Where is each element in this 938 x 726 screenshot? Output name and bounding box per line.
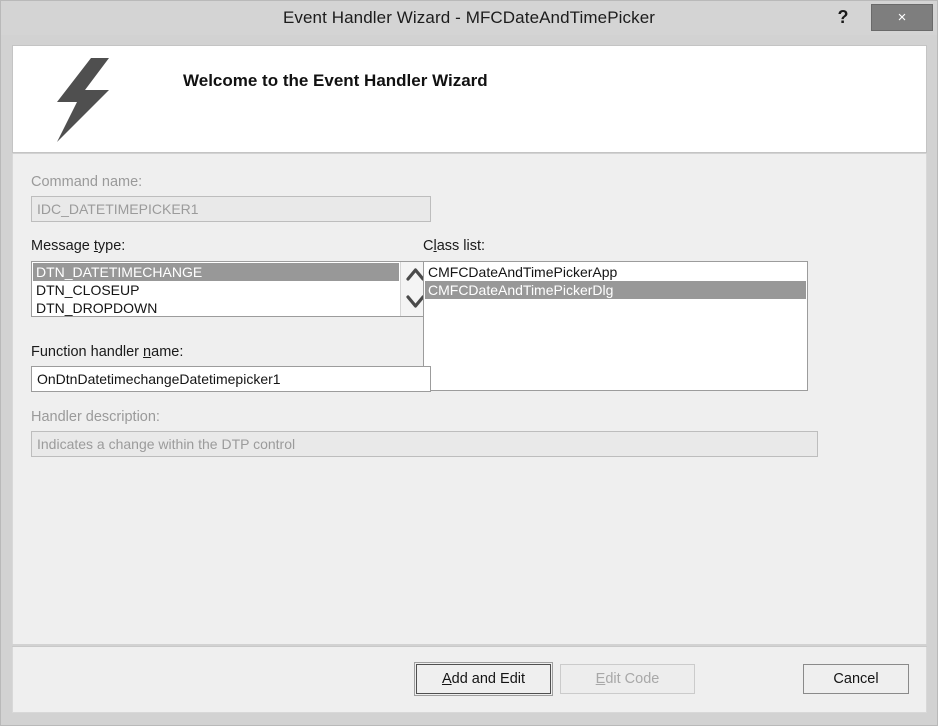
window-title: Event Handler Wizard - MFCDateAndTimePic… bbox=[282, 8, 656, 27]
function-handler-name-input[interactable] bbox=[31, 366, 431, 392]
message-type-listbox[interactable]: DTN_DATETIMECHANGE DTN_CLOSEUP DTN_DROPD… bbox=[31, 261, 431, 317]
list-item[interactable]: CMFCDateAndTimePickerApp bbox=[425, 263, 806, 281]
list-item[interactable]: CMFCDateAndTimePickerDlg bbox=[425, 281, 806, 299]
handler-description-input bbox=[31, 431, 818, 457]
help-button[interactable]: ? bbox=[830, 3, 856, 31]
class-listbox[interactable]: CMFCDateAndTimePickerApp CMFCDateAndTime… bbox=[423, 261, 808, 391]
command-name-input bbox=[31, 196, 431, 222]
class-list-label: Class list: bbox=[423, 238, 485, 254]
lightning-bolt-icon bbox=[57, 58, 109, 142]
command-name-label: Command name: bbox=[31, 174, 143, 190]
edit-code-suffix: dit Code bbox=[605, 671, 660, 687]
edit-code-accel: E bbox=[595, 671, 606, 687]
wizard-header-panel: Welcome to the Event Handler Wizard bbox=[12, 45, 927, 153]
add-and-edit-suffix: dd and Edit bbox=[451, 671, 526, 687]
add-and-edit-accel: A bbox=[441, 671, 452, 687]
dialog-footer: Add and Edit Edit Code Cancel bbox=[12, 647, 927, 713]
cancel-button[interactable]: Cancel bbox=[803, 664, 909, 694]
list-item[interactable]: DTN_CLOSEUP bbox=[33, 281, 399, 299]
list-item[interactable]: DTN_DATETIMECHANGE bbox=[33, 263, 399, 281]
close-button[interactable]: × bbox=[871, 4, 933, 31]
function-handler-name-label: Function handler name: bbox=[31, 344, 183, 360]
wizard-content-panel: Command name: Message type: DTN_DATETIME… bbox=[12, 154, 927, 644]
function-handler-name-label-prefix: Function handler bbox=[31, 344, 144, 360]
list-item[interactable]: DTN_DROPDOWN bbox=[33, 299, 399, 316]
event-handler-wizard-dialog: Event Handler Wizard - MFCDateAndTimePic… bbox=[0, 0, 938, 726]
wizard-welcome-title: Welcome to the Event Handler Wizard bbox=[183, 71, 488, 90]
handler-description-label: Handler description: bbox=[31, 409, 160, 425]
class-list-label-suffix: ass list: bbox=[436, 238, 486, 254]
message-type-label-suffix: ype: bbox=[97, 238, 126, 254]
function-handler-name-label-suffix: ame: bbox=[151, 344, 184, 360]
titlebar: Event Handler Wizard - MFCDateAndTimePic… bbox=[1, 1, 937, 35]
function-handler-name-label-accel: n bbox=[143, 344, 152, 360]
class-list-label-prefix: C bbox=[423, 238, 434, 254]
add-and-edit-button[interactable]: Add and Edit bbox=[414, 662, 553, 696]
message-type-label-prefix: Message bbox=[31, 238, 94, 254]
message-type-label: Message type: bbox=[31, 238, 125, 254]
edit-code-button[interactable]: Edit Code bbox=[560, 664, 695, 694]
